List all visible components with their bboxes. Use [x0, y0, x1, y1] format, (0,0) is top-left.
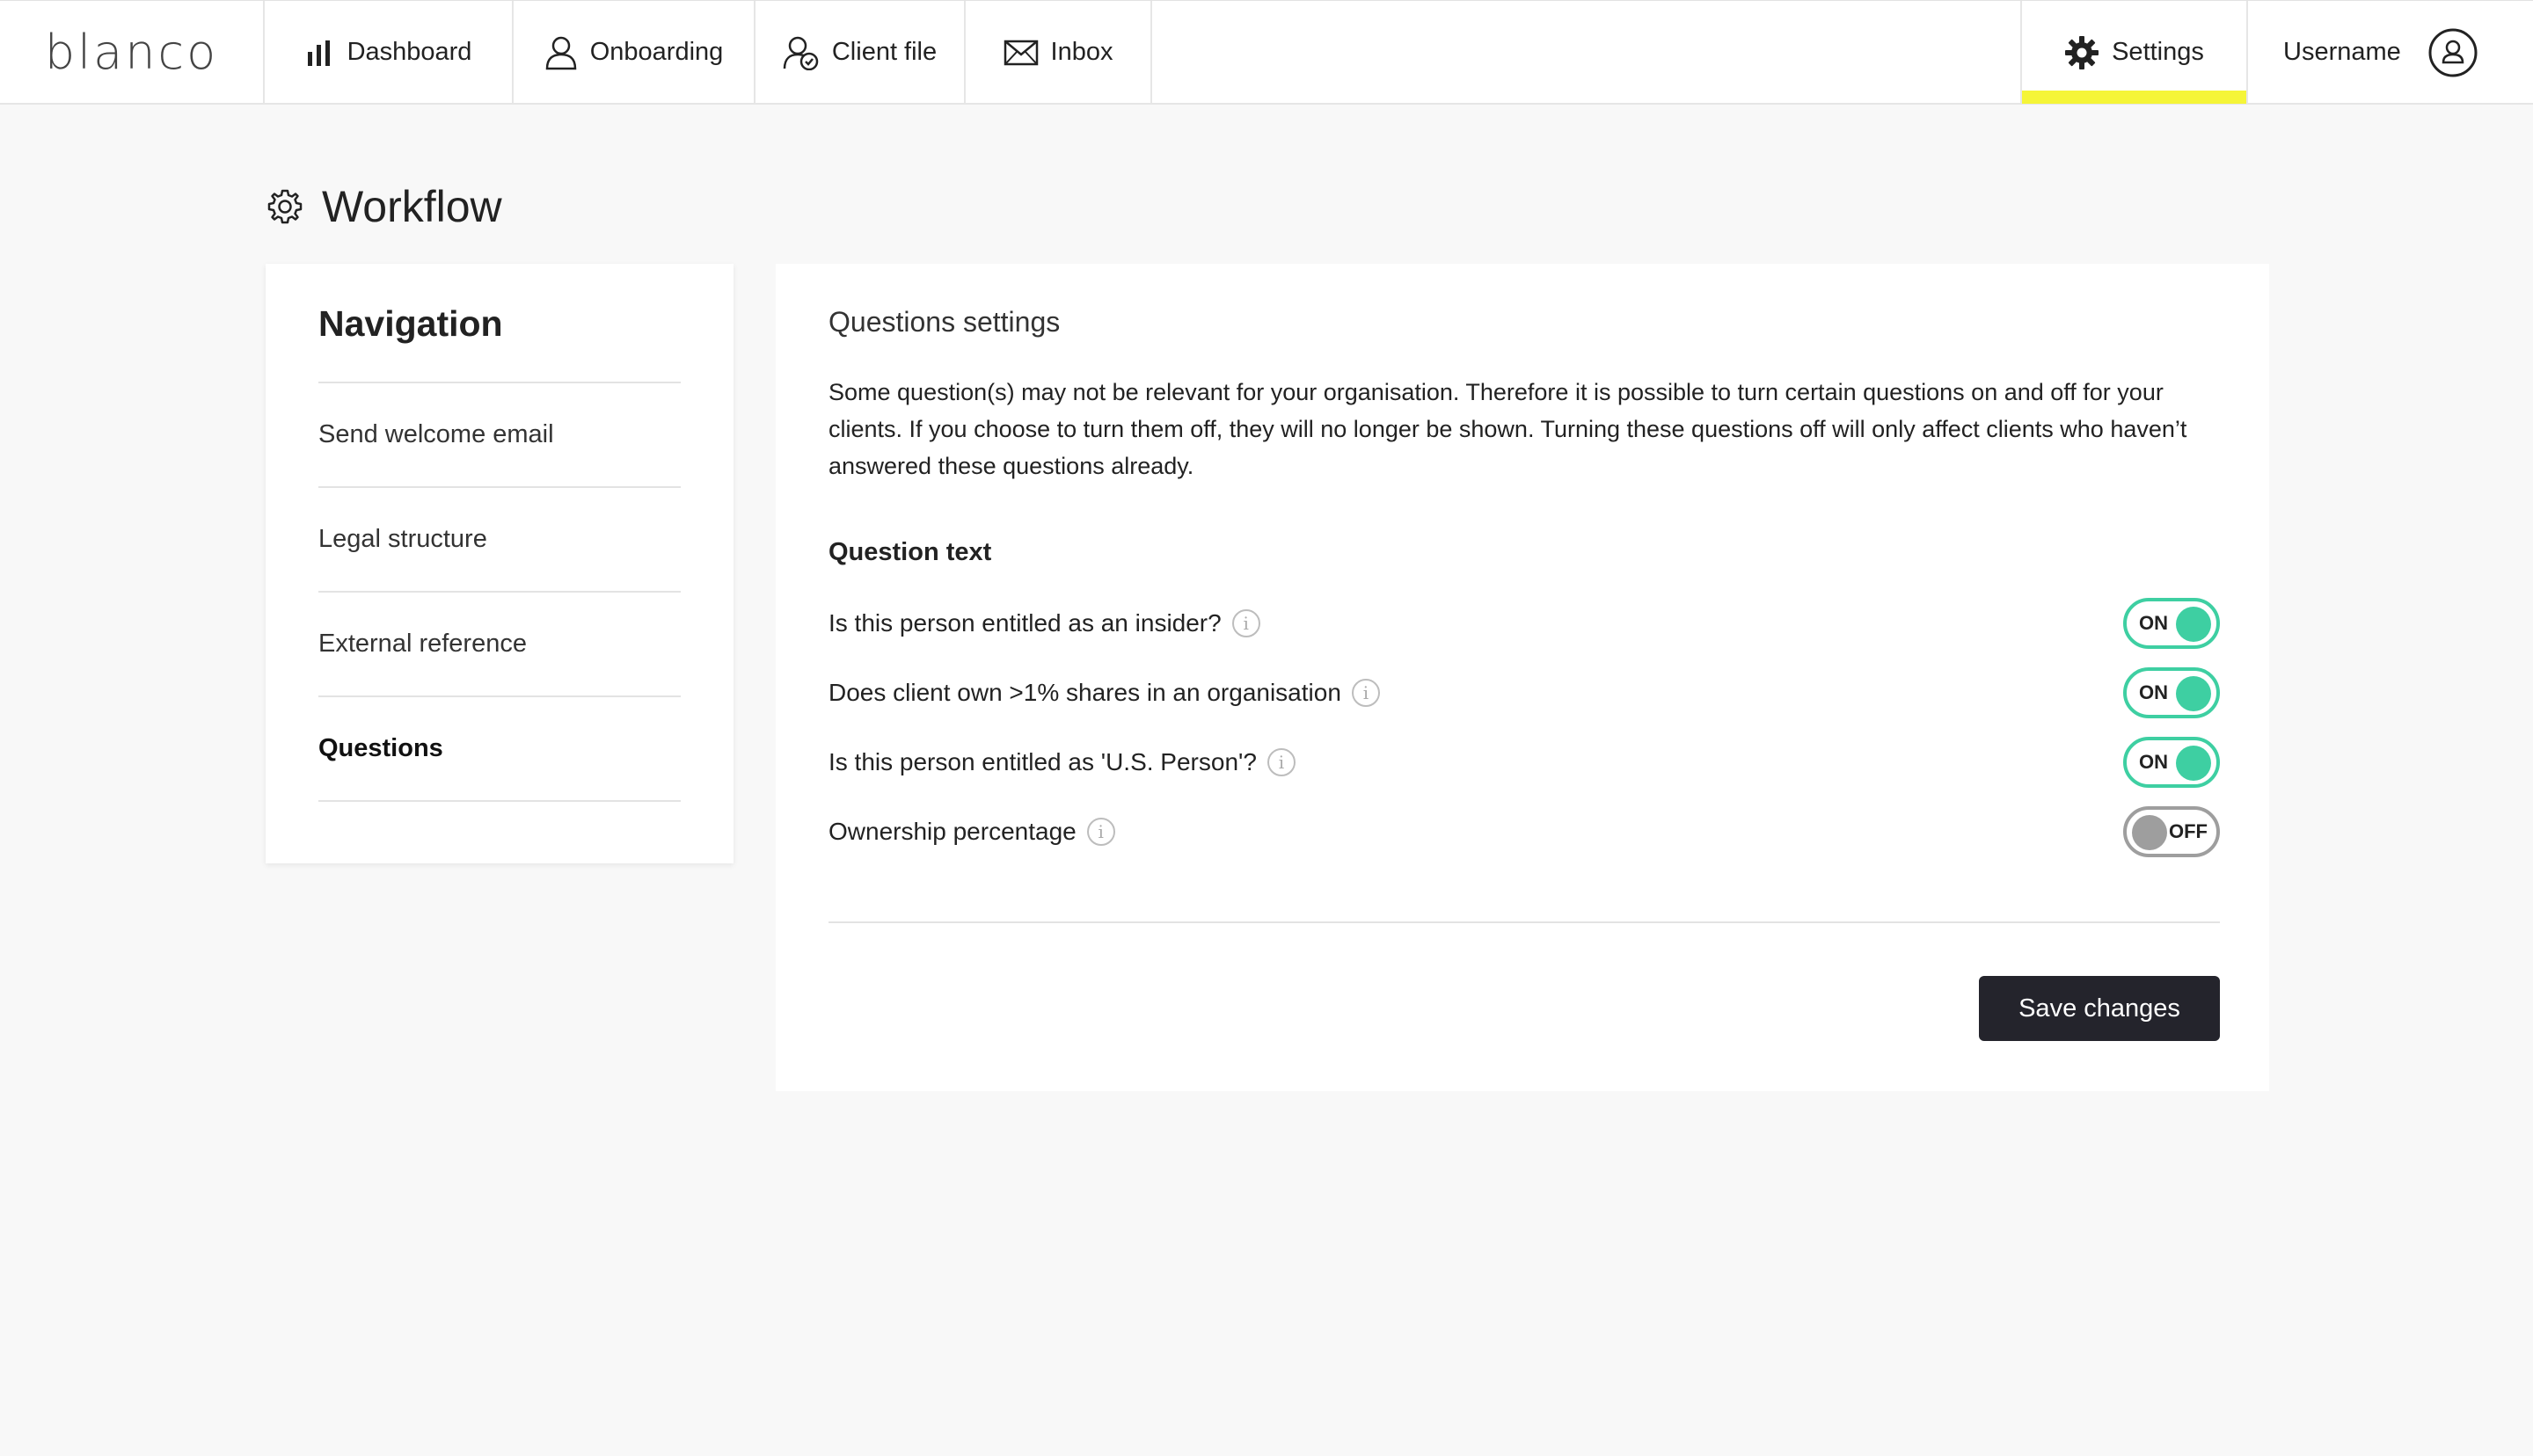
info-icon[interactable]: i [1086, 818, 1115, 846]
question-row: Does client own >1% shares in an organis… [829, 666, 2220, 719]
user-icon [545, 36, 576, 69]
nav-link-questions[interactable]: Questions [318, 697, 681, 802]
gear-icon [2065, 35, 2099, 69]
question-label: Is this person entitled as 'U.S. Person'… [829, 748, 1257, 775]
info-icon[interactable]: i [1351, 679, 1380, 707]
toggle-knob [2176, 676, 2211, 711]
nav-dashboard-label: Dashboard [347, 38, 472, 66]
toggle-knob [2132, 815, 2167, 850]
nav-dashboard[interactable]: Dashboard [265, 1, 514, 104]
page-title-text: Workflow [322, 182, 502, 231]
section-title: Questions settings [829, 306, 1061, 338]
question-toggle[interactable]: OFF [2123, 806, 2220, 857]
question-label: Ownership percentage [829, 818, 1077, 845]
username-label: Username [2283, 38, 2401, 66]
avatar-icon [2428, 28, 2478, 76]
toggle-knob [2176, 607, 2211, 642]
gear-icon [267, 189, 303, 224]
questions-settings-panel: Questions settings Some question(s) may … [776, 264, 2269, 1091]
user-menu[interactable]: Username [2248, 1, 2533, 104]
question-toggle[interactable]: ON [2123, 667, 2220, 718]
question-row: Is this person entitled as an insider? i… [829, 597, 2220, 650]
nav-link-external-reference[interactable]: External reference [318, 593, 681, 697]
toggle-knob [2176, 746, 2211, 781]
page-title: Workflow [266, 180, 502, 233]
nav-client-file-label: Client file [831, 38, 938, 66]
question-toggle[interactable]: ON [2123, 598, 2220, 649]
toggle-state-label: OFF [2169, 820, 2208, 842]
brand-logo[interactable]: blanco [0, 1, 265, 104]
nav-inbox[interactable]: Inbox [966, 1, 1152, 104]
question-text-header: Question text [829, 538, 992, 566]
question-label: Is this person entitled as an insider? [829, 609, 1222, 637]
toggle-state-label: ON [2139, 681, 2168, 703]
question-toggle[interactable]: ON [2123, 737, 2220, 788]
user-check-icon [783, 36, 819, 70]
navigation-panel: Navigation Send welcome email Legal stru… [266, 264, 734, 863]
info-icon[interactable]: i [1231, 609, 1260, 637]
toggle-state-label: ON [2139, 612, 2168, 634]
navigation-title: Navigation [318, 301, 681, 383]
top-navigation-bar: blanco Dashboard Onboarding Client file [0, 0, 2533, 105]
nav-link-legal-structure[interactable]: Legal structure [318, 488, 681, 593]
save-changes-button[interactable]: Save changes [1979, 976, 2220, 1041]
mail-icon [1004, 40, 1038, 65]
question-row: Ownership percentage i OFF [829, 805, 2220, 858]
question-label: Does client own >1% shares in an organis… [829, 679, 1341, 706]
nav-link-send-welcome-email[interactable]: Send welcome email [318, 383, 681, 488]
info-icon[interactable]: i [1266, 748, 1296, 776]
nav-settings[interactable]: Settings [2020, 1, 2248, 104]
nav-onboarding[interactable]: Onboarding [514, 1, 756, 104]
nav-onboarding-label: Onboarding [589, 38, 724, 66]
nav-inbox-label: Inbox [1050, 38, 1113, 66]
divider [829, 921, 2220, 923]
toggle-state-label: ON [2139, 751, 2168, 773]
question-row: Is this person entitled as 'U.S. Person'… [829, 736, 2220, 789]
section-description: Some question(s) may not be relevant for… [829, 379, 2187, 479]
nav-settings-label: Settings [2112, 38, 2204, 66]
nav-client-file[interactable]: Client file [756, 1, 966, 104]
bar-chart-icon [307, 40, 330, 66]
